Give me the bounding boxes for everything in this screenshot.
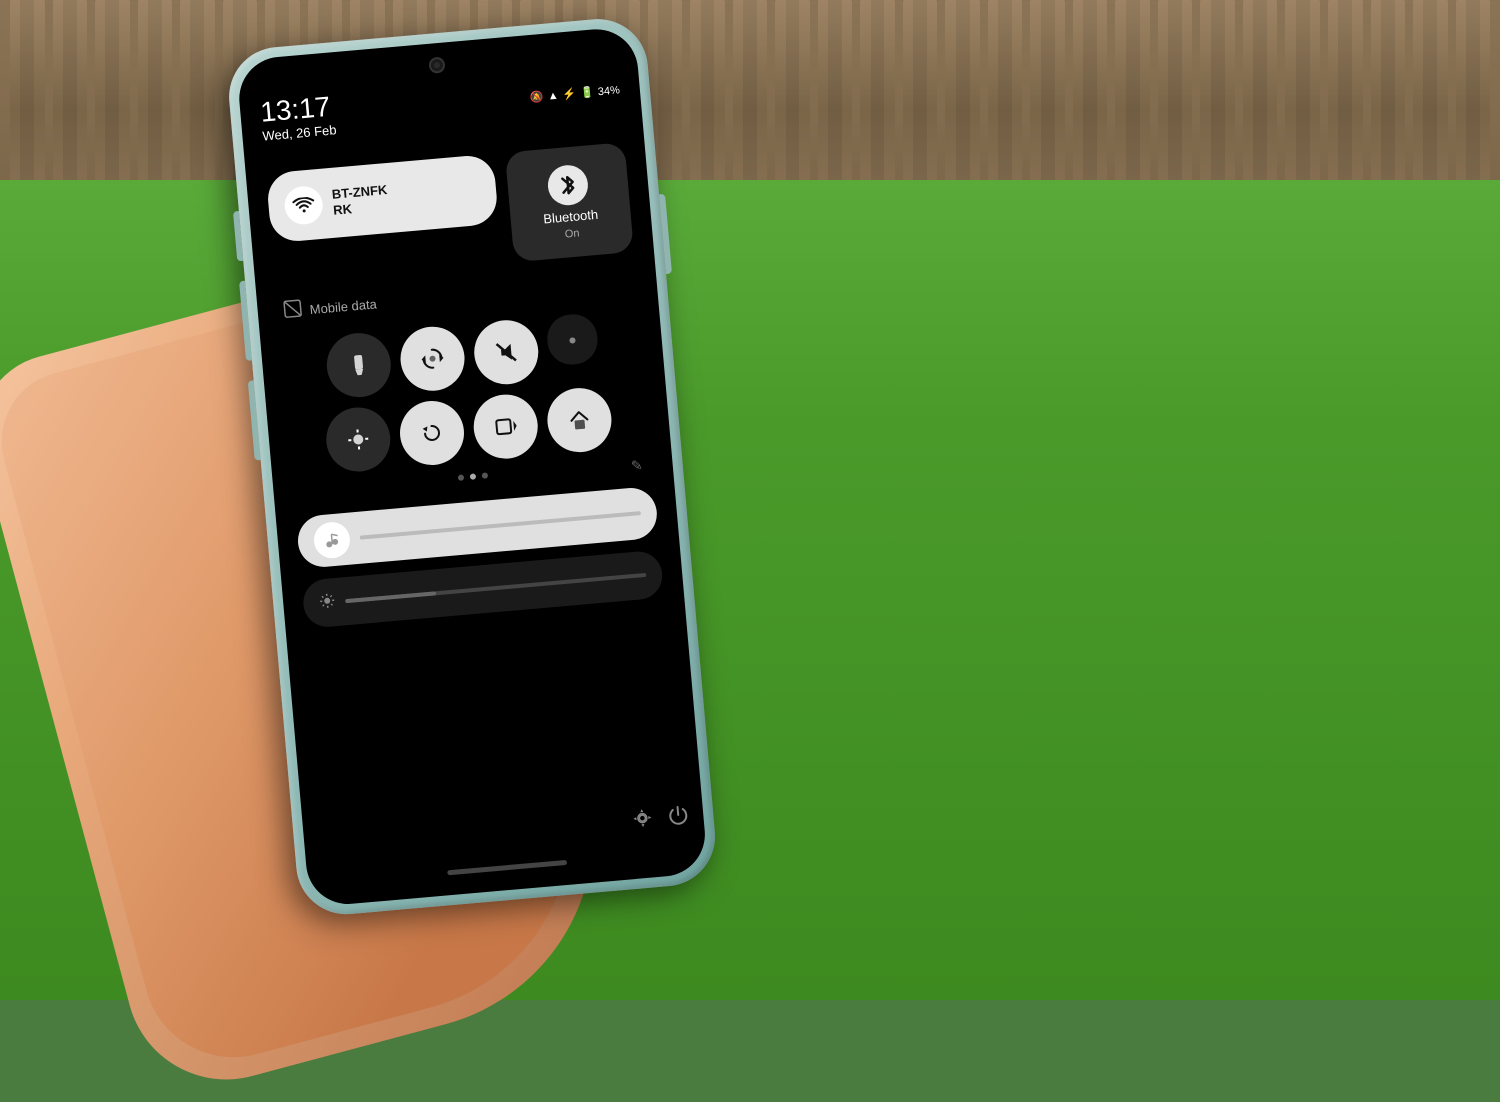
sim-off-icon xyxy=(283,299,303,319)
color-tile[interactable]: ● xyxy=(545,312,599,366)
time-date-group: 13:17 Wed, 26 Feb xyxy=(259,92,337,143)
phone-screen: 13:17 Wed, 26 Feb 🔕 ▲ ⚡ 🔋 34% xyxy=(236,26,709,908)
quick-settings-panel: BT-ZNFK RK Bluetooth On xyxy=(266,142,682,826)
navigation-bar xyxy=(447,860,567,875)
bluetooth-status: On xyxy=(564,227,580,240)
mobile-data-icon xyxy=(283,299,303,323)
home-tile[interactable] xyxy=(545,385,614,454)
battery-icon: 🔋 xyxy=(580,86,595,100)
mute-tile[interactable] xyxy=(472,318,541,387)
flashlight-tile[interactable] xyxy=(324,330,393,399)
status-bar: 13:17 Wed, 26 Feb 🔕 ▲ ⚡ 🔋 34% xyxy=(259,67,622,143)
dot-1 xyxy=(458,474,465,481)
screen-rotate-tile[interactable] xyxy=(398,324,467,393)
wifi-symbol-icon xyxy=(292,196,315,214)
dot-3 xyxy=(482,472,489,479)
auto-rotate-icon xyxy=(420,421,444,445)
wifi-tile[interactable]: BT-ZNFK RK xyxy=(266,154,499,244)
brightness-slider-icon xyxy=(319,592,337,614)
brightness-fill xyxy=(345,591,436,603)
bluetooth-symbol-icon xyxy=(558,171,578,198)
power-icon[interactable] xyxy=(667,804,689,831)
screen-record-icon xyxy=(494,415,518,439)
color-correction-icon: ● xyxy=(567,331,577,348)
mobile-data-label: Mobile data xyxy=(309,296,377,317)
battery-level: 34% xyxy=(597,84,620,98)
media-thumb xyxy=(312,521,351,560)
rotate-tile[interactable] xyxy=(397,398,466,467)
bluetooth-tile[interactable]: Bluetooth On xyxy=(505,142,634,262)
settings-icon[interactable] xyxy=(632,807,654,834)
wifi-icon xyxy=(283,185,324,226)
music-icon xyxy=(324,533,339,548)
mute-icon: 🔕 xyxy=(530,90,545,104)
phone-body: 13:17 Wed, 26 Feb 🔕 ▲ ⚡ 🔋 34% xyxy=(225,15,719,918)
bluetooth-icon xyxy=(546,163,589,206)
phone-wrapper: 13:17 Wed, 26 Feb 🔕 ▲ ⚡ 🔋 34% xyxy=(225,15,719,918)
top-tiles-row: BT-ZNFK RK Bluetooth On xyxy=(266,142,634,283)
wifi-status-icon: ▲ xyxy=(547,89,559,102)
camera-notch xyxy=(428,57,445,74)
gear-icon xyxy=(632,807,654,829)
dot-2-active xyxy=(470,473,477,480)
screen-record-tile[interactable] xyxy=(471,392,540,461)
status-icons: 🔕 ▲ ⚡ 🔋 34% xyxy=(530,83,621,104)
wifi-text-group: BT-ZNFK RK xyxy=(331,174,481,218)
brightness-tile[interactable] xyxy=(324,405,393,474)
brightness-track[interactable] xyxy=(345,573,646,603)
clock: 13:17 xyxy=(259,92,335,126)
bottom-actions xyxy=(632,804,690,834)
mute-icon xyxy=(494,340,518,364)
power-button-icon xyxy=(667,804,689,826)
flashlight-icon xyxy=(348,352,370,378)
bluetooth-label: Bluetooth xyxy=(543,206,599,226)
media-track[interactable] xyxy=(360,511,641,540)
screen-rotate-icon xyxy=(421,347,445,371)
bt-status-icon: ⚡ xyxy=(562,87,577,101)
sun-icon xyxy=(319,592,336,609)
edit-icon[interactable]: ✎ xyxy=(630,457,643,475)
brightness-icon xyxy=(346,428,370,452)
home-icon xyxy=(568,408,592,432)
